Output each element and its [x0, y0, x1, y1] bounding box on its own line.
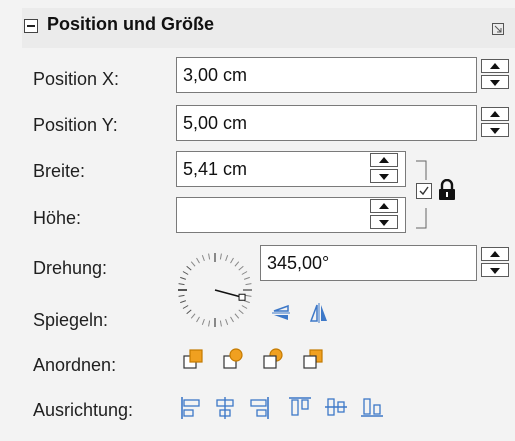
height-increment-icon[interactable] — [370, 199, 398, 213]
dial-tick — [190, 261, 196, 267]
position-x-spinner[interactable] — [481, 59, 509, 89]
dial-tick — [208, 253, 211, 260]
height-decrement-icon[interactable] — [370, 215, 398, 229]
section-title: Position und Größe — [47, 14, 214, 34]
position-x-label: Position X: — [33, 69, 120, 89]
width-increment-icon[interactable] — [370, 153, 398, 167]
lock-icon — [439, 179, 455, 200]
dial-tick — [230, 316, 234, 323]
dial-tick — [219, 253, 222, 260]
dial-tick — [230, 257, 234, 264]
rotation-increment-icon[interactable] — [481, 247, 509, 261]
arrange-label: Anordnen: — [33, 355, 117, 375]
section-header[interactable]: Position und Größe — [22, 8, 515, 48]
dial-tick — [241, 271, 248, 275]
dial-tick — [201, 318, 205, 325]
align-top-icon[interactable] — [288, 396, 312, 418]
more-options-icon[interactable] — [492, 23, 504, 35]
rotation-field[interactable]: 345,00° — [260, 245, 477, 281]
keep-ratio-checkbox[interactable] — [416, 183, 432, 199]
dial-tick — [178, 294, 185, 297]
align-center-icon[interactable] — [214, 396, 236, 420]
align-right-icon[interactable] — [248, 396, 270, 420]
align-middle-icon[interactable] — [324, 396, 348, 418]
width-spinner[interactable] — [370, 153, 398, 183]
dial-tick — [178, 283, 185, 286]
position-y-increment-icon[interactable] — [481, 107, 509, 121]
dial-tick — [196, 257, 200, 264]
dial-tick — [190, 313, 196, 319]
rotation-dial-icon[interactable] — [175, 250, 255, 330]
width-value: 5,41 cm — [183, 159, 248, 179]
dial-tick — [245, 283, 252, 286]
align-label: Ausrichtung: — [33, 400, 134, 420]
rotation-label: Drehung: — [33, 258, 108, 278]
dial-tick — [225, 255, 229, 262]
position-x-value: 3,00 cm — [183, 65, 248, 85]
position-y-value: 5,00 cm — [183, 113, 248, 133]
dial-tick — [201, 255, 205, 262]
dial-tick — [180, 276, 187, 280]
dial-tick — [208, 320, 211, 327]
dial-tick — [196, 316, 200, 323]
rotation-decrement-icon[interactable] — [481, 263, 509, 277]
align-left-icon[interactable] — [180, 396, 202, 420]
dial-tick — [238, 309, 244, 315]
send-backward-icon[interactable] — [262, 348, 284, 370]
dial-tick — [225, 318, 229, 325]
dial-tick — [182, 305, 189, 309]
dial-tick — [243, 276, 250, 280]
dial-tick — [243, 300, 250, 304]
dial-tick — [186, 309, 192, 315]
send-to-back-icon[interactable] — [302, 348, 324, 370]
flip-horizontal-icon[interactable] — [308, 302, 330, 324]
align-bottom-icon[interactable] — [360, 396, 384, 418]
width-label: Breite: — [33, 161, 86, 181]
height-spinner[interactable] — [370, 199, 398, 229]
dial-tick — [241, 305, 248, 309]
checkmark-icon — [419, 186, 429, 196]
position-y-label: Position Y: — [33, 115, 118, 135]
collapse-icon[interactable] — [24, 19, 38, 33]
dial-tick — [186, 265, 192, 271]
flip-vertical-icon[interactable] — [270, 303, 292, 323]
dial-tick — [182, 271, 189, 275]
dial-hand — [214, 289, 243, 299]
position-size-panel: Position und Größe Position X: 3,00 cm P… — [0, 0, 515, 441]
position-y-decrement-icon[interactable] — [481, 123, 509, 137]
dial-tick — [234, 313, 240, 319]
flip-label: Spiegeln: — [33, 310, 109, 330]
dial-tick — [219, 320, 222, 327]
position-x-increment-icon[interactable] — [481, 59, 509, 73]
dial-tick — [180, 300, 187, 304]
position-x-decrement-icon[interactable] — [481, 75, 509, 89]
position-y-field[interactable]: 5,00 cm — [176, 105, 477, 141]
height-label: Höhe: — [33, 208, 82, 228]
dial-handle[interactable] — [238, 293, 246, 301]
rotation-value: 345,00° — [267, 253, 330, 273]
width-decrement-icon[interactable] — [370, 169, 398, 183]
position-y-spinner[interactable] — [481, 107, 509, 137]
dial-tick — [245, 294, 252, 297]
bring-to-front-icon[interactable] — [182, 348, 204, 370]
rotation-spinner[interactable] — [481, 247, 509, 277]
position-x-field[interactable]: 3,00 cm — [176, 57, 477, 93]
dial-tick — [238, 265, 244, 271]
bring-forward-icon[interactable] — [222, 348, 244, 370]
dial-tick — [234, 261, 240, 267]
